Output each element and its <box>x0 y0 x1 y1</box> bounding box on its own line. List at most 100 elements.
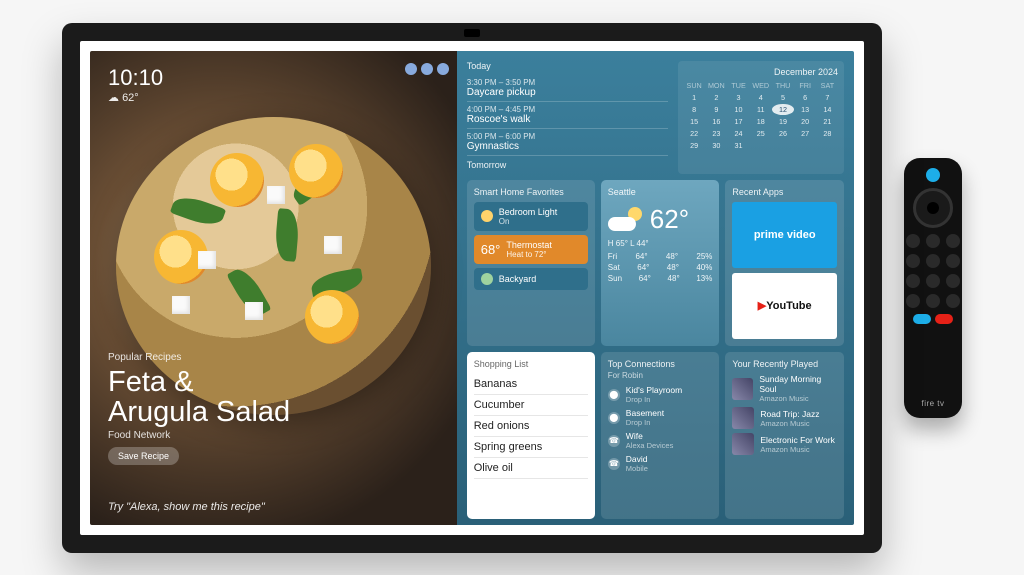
calendar-day[interactable]: 12 <box>772 104 793 115</box>
calendar-day[interactable]: 5 <box>772 92 793 103</box>
status-avatars[interactable] <box>405 63 449 75</box>
connection-item[interactable]: ⬤Kid's PlayroomDrop In <box>608 384 713 405</box>
list-item[interactable]: Red onions <box>474 416 588 437</box>
list-item[interactable]: Olive oil <box>474 458 588 479</box>
avatar[interactable] <box>437 63 449 75</box>
tv-button[interactable] <box>926 274 940 288</box>
calendar-day[interactable]: 24 <box>728 128 749 139</box>
list-item[interactable]: Spring greens <box>474 437 588 458</box>
calendar-day[interactable]: 2 <box>706 92 727 103</box>
calendar-day[interactable]: 25 <box>750 128 771 139</box>
alexa-hint: Try "Alexa, show me this recipe" <box>108 501 265 513</box>
weather-widget[interactable]: Seattle 62° H 65° L 44° Fri64°48°25% Sat… <box>601 180 720 347</box>
calendar-day[interactable]: 14 <box>817 104 838 115</box>
dashboard-pane: Today 3:30 PM – 3:50 PM Daycare pickup 4… <box>457 51 854 525</box>
calendar-day[interactable]: 23 <box>706 128 727 139</box>
back-button[interactable] <box>906 234 920 248</box>
track-item[interactable]: Electronic For WorkAmazon Music <box>732 433 837 455</box>
ch-down-button[interactable] <box>946 294 960 308</box>
list-item[interactable]: Cucumber <box>474 395 588 416</box>
tomorrow-label: Tomorrow <box>467 160 668 170</box>
calendar-day[interactable]: 11 <box>750 104 771 115</box>
calendar-day[interactable]: 15 <box>684 116 705 127</box>
recipe-info: Popular Recipes Feta & Arugula Salad Foo… <box>108 347 290 465</box>
calendar-day[interactable]: 7 <box>817 92 838 103</box>
dropin-icon: ⬤ <box>608 389 620 401</box>
light-tile[interactable]: Bedroom Light On <box>474 202 588 231</box>
calendar-day[interactable]: 10 <box>728 104 749 115</box>
weather-icon <box>608 207 642 231</box>
today-label: Today <box>467 61 668 71</box>
connection-item[interactable]: ☎DavidMobile <box>608 453 713 474</box>
play-button[interactable] <box>926 254 940 268</box>
calendar-day[interactable]: 22 <box>684 128 705 139</box>
smart-home-widget[interactable]: Smart Home Favorites Bedroom Light On 68… <box>467 180 595 347</box>
contact-icon: ☎ <box>608 435 620 447</box>
agenda-event[interactable]: 4:00 PM – 4:45 PM Roscoe's walk <box>467 102 668 129</box>
agenda-event[interactable]: 3:30 PM – 3:50 PM Daycare pickup <box>467 75 668 102</box>
forward-button[interactable] <box>946 254 960 268</box>
bulb-icon <box>481 210 493 222</box>
agenda-widget[interactable]: Today 3:30 PM – 3:50 PM Daycare pickup 4… <box>467 61 668 174</box>
calendar-day[interactable]: 26 <box>772 128 793 139</box>
calendar-day[interactable]: 31 <box>728 140 749 151</box>
calendar-widget[interactable]: December 2024 SUNMONTUEWEDTHUFRISAT12345… <box>678 61 844 174</box>
calendar-day[interactable]: 17 <box>728 116 749 127</box>
netflix-shortcut[interactable] <box>935 314 953 324</box>
calendar-day[interactable]: 19 <box>772 116 793 127</box>
calendar-day[interactable]: 20 <box>795 116 816 127</box>
calendar-day[interactable]: 30 <box>706 140 727 151</box>
rewind-button[interactable] <box>906 254 920 268</box>
avatar[interactable] <box>421 63 433 75</box>
shopping-list-widget[interactable]: Shopping List Bananas Cucumber Red onion… <box>467 352 595 519</box>
recipe-source: Food Network <box>108 430 290 441</box>
calendar-day[interactable]: 27 <box>795 128 816 139</box>
calendar-day[interactable]: 18 <box>750 116 771 127</box>
thermostat-tile[interactable]: 68° Thermostat Heat to 72° <box>474 235 588 264</box>
prime-video-app[interactable]: prime video <box>732 202 837 268</box>
track-item[interactable]: Sunday Morning SoulAmazon Music <box>732 374 837 403</box>
avatar[interactable] <box>405 63 417 75</box>
list-item[interactable]: Bananas <box>474 374 588 395</box>
calendar-day[interactable]: 29 <box>684 140 705 151</box>
connections-widget[interactable]: Top Connections For Robin ⬤Kid's Playroo… <box>601 352 720 519</box>
prime-shortcut[interactable] <box>913 314 931 324</box>
calendar-day[interactable]: 6 <box>795 92 816 103</box>
clock: 10:10 ☁ 62° <box>108 65 163 104</box>
youtube-app[interactable]: ▶ YouTube <box>732 273 837 339</box>
save-recipe-button[interactable]: Save Recipe <box>108 447 179 465</box>
dropin-icon: ⬤ <box>608 412 620 424</box>
backyard-tile[interactable]: Backyard <box>474 268 588 290</box>
temp-now: 62° <box>650 204 689 235</box>
calendar-day[interactable]: 9 <box>706 104 727 115</box>
menu-button[interactable] <box>946 234 960 248</box>
connection-item[interactable]: ☎WifeAlexa Devices <box>608 430 713 451</box>
calendar-day[interactable]: 28 <box>817 128 838 139</box>
agenda-event[interactable]: 5:00 PM – 6:00 PM Gymnastics <box>467 129 668 156</box>
calendar-day[interactable]: 13 <box>795 104 816 115</box>
dpad[interactable] <box>913 188 953 228</box>
time: 10:10 <box>108 65 163 91</box>
recipe-pane: 10:10 ☁ 62° Popular Recipes Feta & Arugu… <box>90 51 457 525</box>
ch-up-button[interactable] <box>946 274 960 288</box>
calendar-day[interactable]: 16 <box>706 116 727 127</box>
calendar-day[interactable]: 21 <box>817 116 838 127</box>
track-item[interactable]: Road Trip: JazzAmazon Music <box>732 407 837 429</box>
voice-button[interactable] <box>926 168 940 182</box>
home-screen: 10:10 ☁ 62° Popular Recipes Feta & Arugu… <box>90 51 854 525</box>
mute-button[interactable] <box>926 294 940 308</box>
camera-notch <box>464 29 480 37</box>
calendar-day[interactable]: 3 <box>728 92 749 103</box>
vol-up-button[interactable] <box>906 274 920 288</box>
calendar-day[interactable]: 8 <box>684 104 705 115</box>
calendar-day[interactable]: 4 <box>750 92 771 103</box>
recipe-category: Popular Recipes <box>108 352 181 363</box>
home-button[interactable] <box>926 234 940 248</box>
remote-brand: fire tv <box>921 399 944 408</box>
calendar-day[interactable]: 1 <box>684 92 705 103</box>
recently-played-widget[interactable]: Your Recently Played Sunday Morning Soul… <box>725 352 844 519</box>
contact-icon: ☎ <box>608 458 620 470</box>
connection-item[interactable]: ⬤BasementDrop In <box>608 407 713 428</box>
vol-down-button[interactable] <box>906 294 920 308</box>
fire-tv-remote: fire tv <box>904 158 962 418</box>
